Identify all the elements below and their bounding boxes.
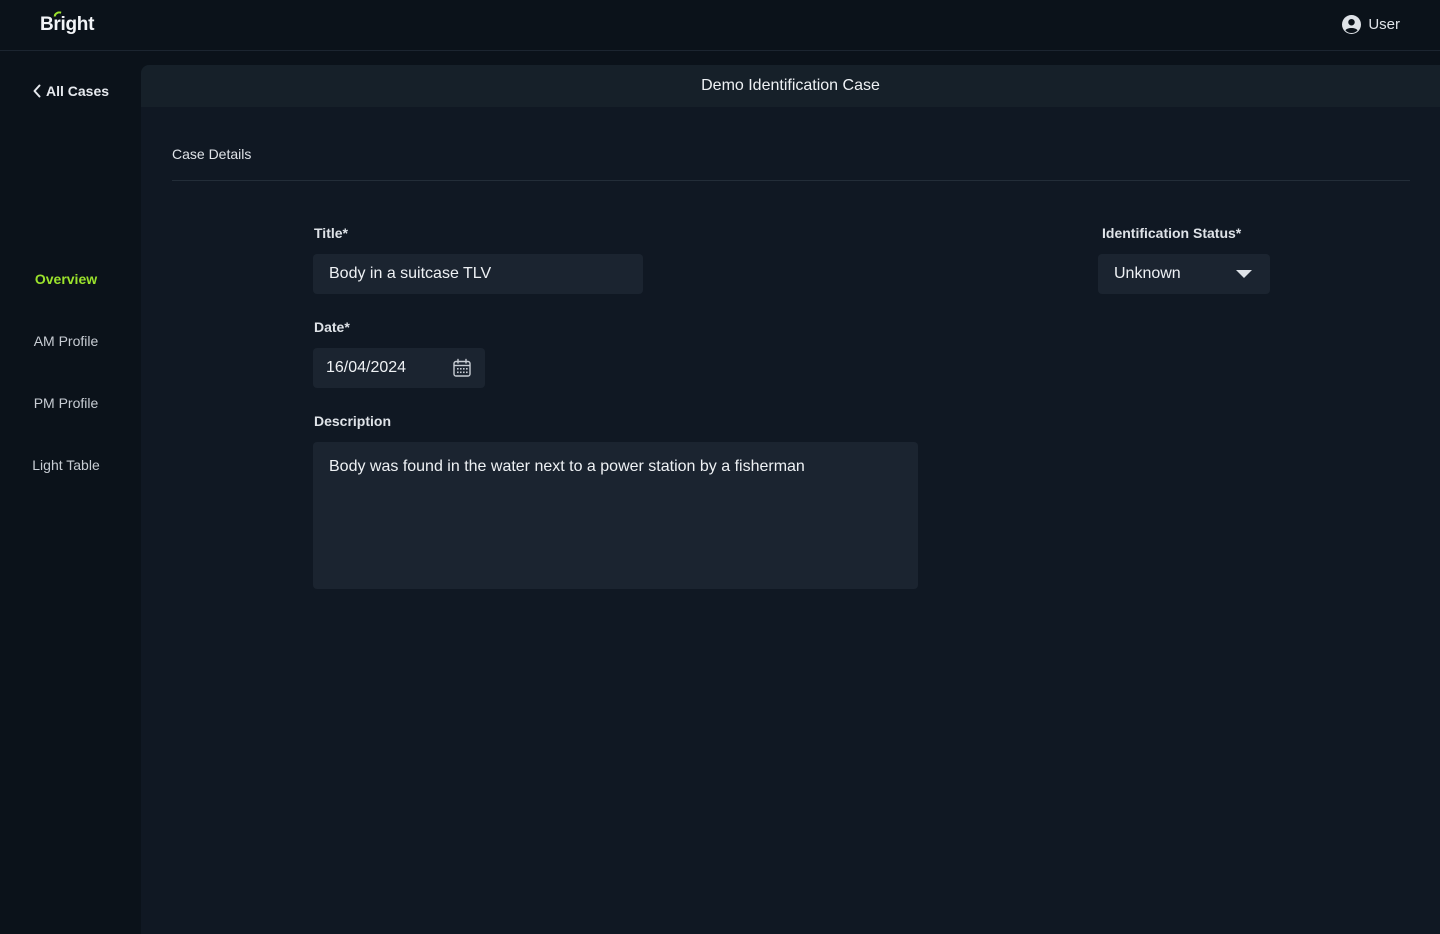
section-title: Case Details xyxy=(172,146,252,162)
description-label: Description xyxy=(314,413,392,429)
case-title-bar: Demo Identification Case xyxy=(141,65,1440,107)
logo-leaf-icon xyxy=(53,10,62,18)
top-bar: Bright User xyxy=(0,0,1440,51)
section-divider xyxy=(172,180,1410,181)
title-value: Body in a suitcase TLV xyxy=(329,265,492,282)
sidebar-item-pm-profile[interactable]: PM Profile xyxy=(0,395,132,411)
back-label: All Cases xyxy=(46,83,110,99)
user-menu[interactable]: User xyxy=(1342,15,1400,34)
date-label: Date* xyxy=(314,319,350,335)
title-label: Title* xyxy=(314,225,348,241)
chevron-left-icon xyxy=(33,84,41,98)
sidebar: All Cases Overview AM Profile PM Profile… xyxy=(0,51,141,934)
date-input[interactable]: 16/04/2024 xyxy=(313,348,485,388)
sidebar-item-am-profile[interactable]: AM Profile xyxy=(0,333,132,349)
user-avatar-icon xyxy=(1342,15,1362,34)
description-textarea[interactable]: Body was found in the water next to a po… xyxy=(313,442,918,589)
date-value: 16/04/2024 xyxy=(326,359,407,376)
description-value: Body was found in the water next to a po… xyxy=(329,458,805,475)
app-logo[interactable]: Bright xyxy=(40,10,95,36)
back-to-all-cases-link[interactable]: All Cases xyxy=(32,83,109,99)
identification-status-select[interactable]: Unknown xyxy=(1098,254,1270,294)
identification-status-value: Unknown xyxy=(1114,265,1181,282)
logo-text: Bright xyxy=(40,14,95,35)
chevron-down-icon xyxy=(1236,270,1252,278)
case-title: Demo Identification Case xyxy=(701,77,880,94)
calendar-icon[interactable] xyxy=(452,358,472,378)
title-input[interactable]: Body in a suitcase TLV xyxy=(313,254,643,294)
sidebar-item-light-table[interactable]: Light Table xyxy=(0,457,132,473)
main-panel: Demo Identification Case Case Details Ti… xyxy=(141,65,1440,934)
identification-status-label: Identification Status* xyxy=(1102,225,1242,241)
sidebar-item-overview[interactable]: Overview xyxy=(0,271,132,287)
user-label: User xyxy=(1368,16,1400,33)
